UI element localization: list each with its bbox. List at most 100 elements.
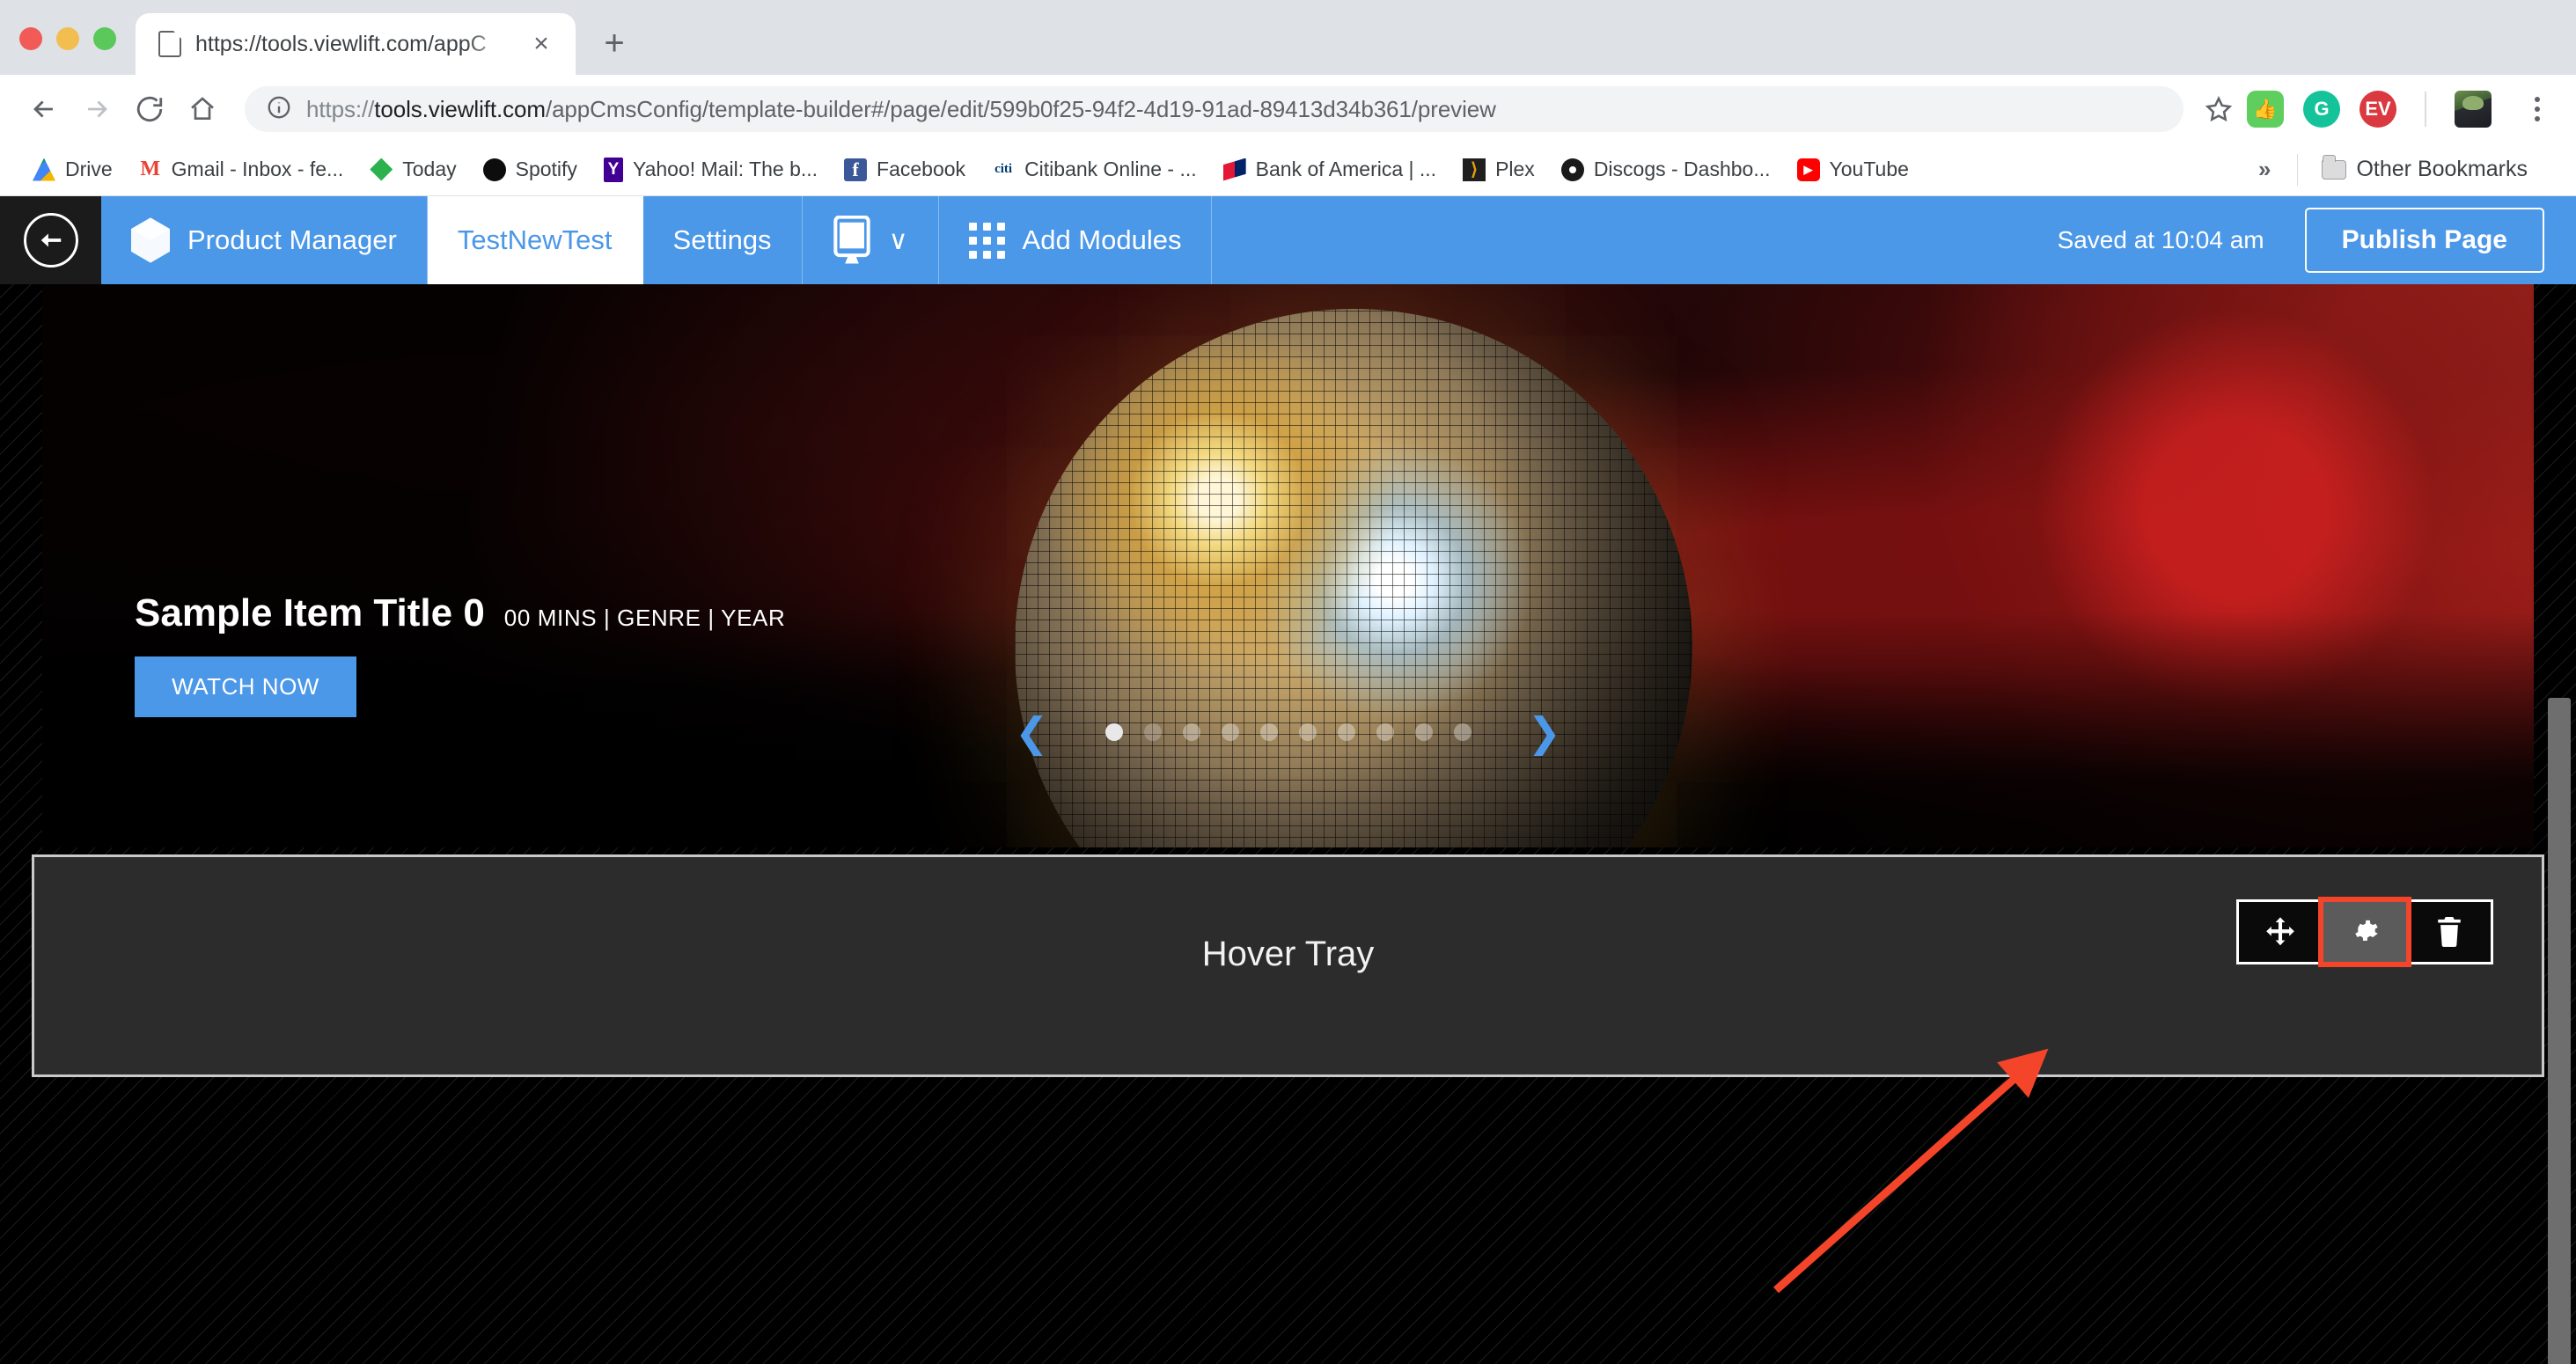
bookmark-youtube[interactable]: ▶ YouTube [1784, 150, 1922, 189]
document-icon [158, 31, 181, 57]
add-modules-label: Add Modules [1022, 224, 1182, 255]
info-circle-icon[interactable] [266, 94, 292, 125]
bookmark-yahoo[interactable]: Y Yahoo! Mail: The b... [591, 150, 831, 189]
bookmarks-overflow-button[interactable]: » [2242, 156, 2286, 183]
module-settings-button[interactable] [2318, 897, 2411, 967]
bookmark-label: Drive [65, 158, 113, 180]
hero-text-block: Sample Item Title 0 00 MINS | GENRE | YE… [135, 591, 785, 717]
carousel-dot[interactable] [1105, 723, 1123, 741]
back-arrow-icon [23, 213, 78, 268]
grammarly-extension-icon[interactable]: G [2303, 91, 2340, 128]
carousel-dot[interactable] [1376, 723, 1394, 741]
back-to-dashboard-button[interactable] [0, 196, 101, 284]
chevron-left-icon[interactable]: ❮ [1006, 712, 1058, 752]
move-module-button[interactable] [2239, 902, 2322, 962]
bookmark-today[interactable]: Today [356, 150, 469, 189]
url-host: tools.viewlift.com [374, 95, 546, 122]
bookmark-drive[interactable]: Drive [19, 150, 126, 189]
star-icon[interactable] [2199, 90, 2238, 128]
tab-title: https://tools.viewlift.com/appC [195, 31, 487, 56]
carousel-dot[interactable] [1414, 723, 1433, 741]
bookmark-discogs[interactable]: Discogs - Dashbo... [1548, 150, 1784, 189]
url-scheme: https:// [306, 95, 375, 122]
home-icon[interactable] [178, 84, 227, 134]
back-arrow-icon[interactable] [19, 84, 69, 134]
bookmark-bank-of-america[interactable]: Bank of America | ... [1210, 150, 1449, 189]
carousel-dots [1081, 723, 1496, 741]
publish-page-button[interactable]: Publish Page [2304, 208, 2544, 273]
hero-title: Sample Item Title 0 [135, 591, 485, 634]
minimize-window-button[interactable] [56, 27, 79, 50]
bookmarks-bar: Drive M Gmail - Inbox - fe... Today Spot… [0, 143, 2576, 196]
reload-icon[interactable] [125, 84, 174, 134]
new-tab-button[interactable]: + [588, 17, 641, 70]
bookmark-label: Discogs - Dashbo... [1593, 158, 1771, 180]
nav-label: Settings [672, 224, 772, 255]
watch-now-button[interactable]: WATCH NOW [135, 656, 356, 717]
thumbs-up-extension-icon[interactable]: 👍 [2247, 91, 2284, 128]
close-icon[interactable]: × [526, 29, 556, 59]
bank-of-america-icon [1222, 158, 1246, 181]
address-bar[interactable]: https://tools.viewlift.com/appCmsConfig/… [245, 86, 2183, 132]
bookmark-label: Bank of America | ... [1255, 158, 1437, 180]
other-bookmarks-folder[interactable]: Other Bookmarks [2308, 150, 2541, 189]
hover-tray-label: Hover Tray [1201, 935, 1375, 973]
close-window-button[interactable] [19, 27, 42, 50]
bookmark-label: YouTube [1829, 158, 1909, 180]
carousel-dot[interactable] [1143, 723, 1162, 741]
carousel-dot[interactable] [1453, 723, 1471, 741]
nav-testnewtest[interactable]: TestNewTest [427, 196, 643, 284]
add-modules-button[interactable]: Add Modules [939, 196, 1213, 284]
nav-product-manager[interactable]: Product Manager [101, 196, 428, 284]
browser-tab[interactable]: https://tools.viewlift.com/appC × [136, 13, 576, 75]
carousel-dot[interactable] [1259, 723, 1278, 741]
gear-icon [2355, 920, 2378, 941]
bookmark-spotify[interactable]: Spotify [470, 150, 591, 189]
url-path: /appCmsConfig/template-builder#/page/edi… [545, 95, 1496, 122]
facebook-icon: f [844, 158, 868, 181]
device-preview-selector[interactable]: ∨ [803, 196, 939, 284]
hero-carousel-module[interactable]: Sample Item Title 0 00 MINS | GENRE | YE… [42, 284, 2534, 847]
bookmark-label: Today [402, 158, 457, 180]
grid-apps-icon [968, 222, 1005, 259]
url-text: https://tools.viewlift.com/appCmsConfig/… [306, 96, 1496, 123]
module-toolbar [2236, 897, 2493, 967]
carousel-dot[interactable] [1298, 723, 1317, 741]
carousel-dot[interactable] [1221, 723, 1239, 741]
nav-label: Product Manager [187, 224, 397, 255]
move-arrows-icon [2266, 917, 2294, 946]
forward-arrow-icon[interactable] [72, 84, 121, 134]
desktop-monitor-icon [833, 216, 870, 264]
delete-module-button[interactable] [2408, 902, 2491, 962]
carousel-dot[interactable] [1337, 723, 1355, 741]
carousel-dot[interactable] [1182, 723, 1200, 741]
bookmark-plex[interactable]: ⟩ Plex [1449, 150, 1548, 189]
discogs-icon [1560, 158, 1584, 181]
preview-canvas: Sample Item Title 0 00 MINS | GENRE | YE… [0, 284, 2576, 1364]
page-scrollbar[interactable] [2548, 698, 2571, 1364]
spotify-icon [482, 158, 506, 181]
bookmark-facebook[interactable]: f Facebook [831, 150, 979, 189]
gmail-icon: M [140, 158, 160, 180]
tab-strip: https://tools.viewlift.com/appC × + [0, 0, 2576, 75]
expressvpn-extension-icon[interactable]: EV [2359, 91, 2396, 128]
chrome-browser-window: https://tools.viewlift.com/appC × + http… [0, 0, 2576, 1364]
chevron-down-icon: ∨ [888, 225, 908, 255]
other-bookmarks-label: Other Bookmarks [2356, 157, 2528, 181]
bookmark-label: Plex [1495, 158, 1535, 180]
bookmark-gmail[interactable]: M Gmail - Inbox - fe... [126, 150, 357, 189]
maximize-window-button[interactable] [93, 27, 116, 50]
bookmark-citibank[interactable]: citi Citibank Online - ... [979, 150, 1210, 189]
bookmark-label: Citibank Online - ... [1024, 158, 1197, 180]
bookmark-label: Yahoo! Mail: The b... [632, 158, 818, 180]
nav-settings[interactable]: Settings [643, 196, 803, 284]
toolbar-spacer [1212, 196, 2058, 284]
extension-icons: 👍 G EV [2242, 88, 2557, 130]
feedly-icon [370, 158, 393, 181]
chevron-right-icon[interactable]: ❯ [1519, 712, 1571, 752]
hover-tray-module[interactable]: Hover Tray [32, 854, 2544, 1077]
page-content: Product Manager TestNewTest Settings ∨ A… [0, 196, 2576, 1364]
kebab-menu-icon[interactable] [2518, 88, 2557, 130]
avatar[interactable] [2455, 91, 2492, 128]
citibank-icon: citi [994, 162, 1013, 176]
